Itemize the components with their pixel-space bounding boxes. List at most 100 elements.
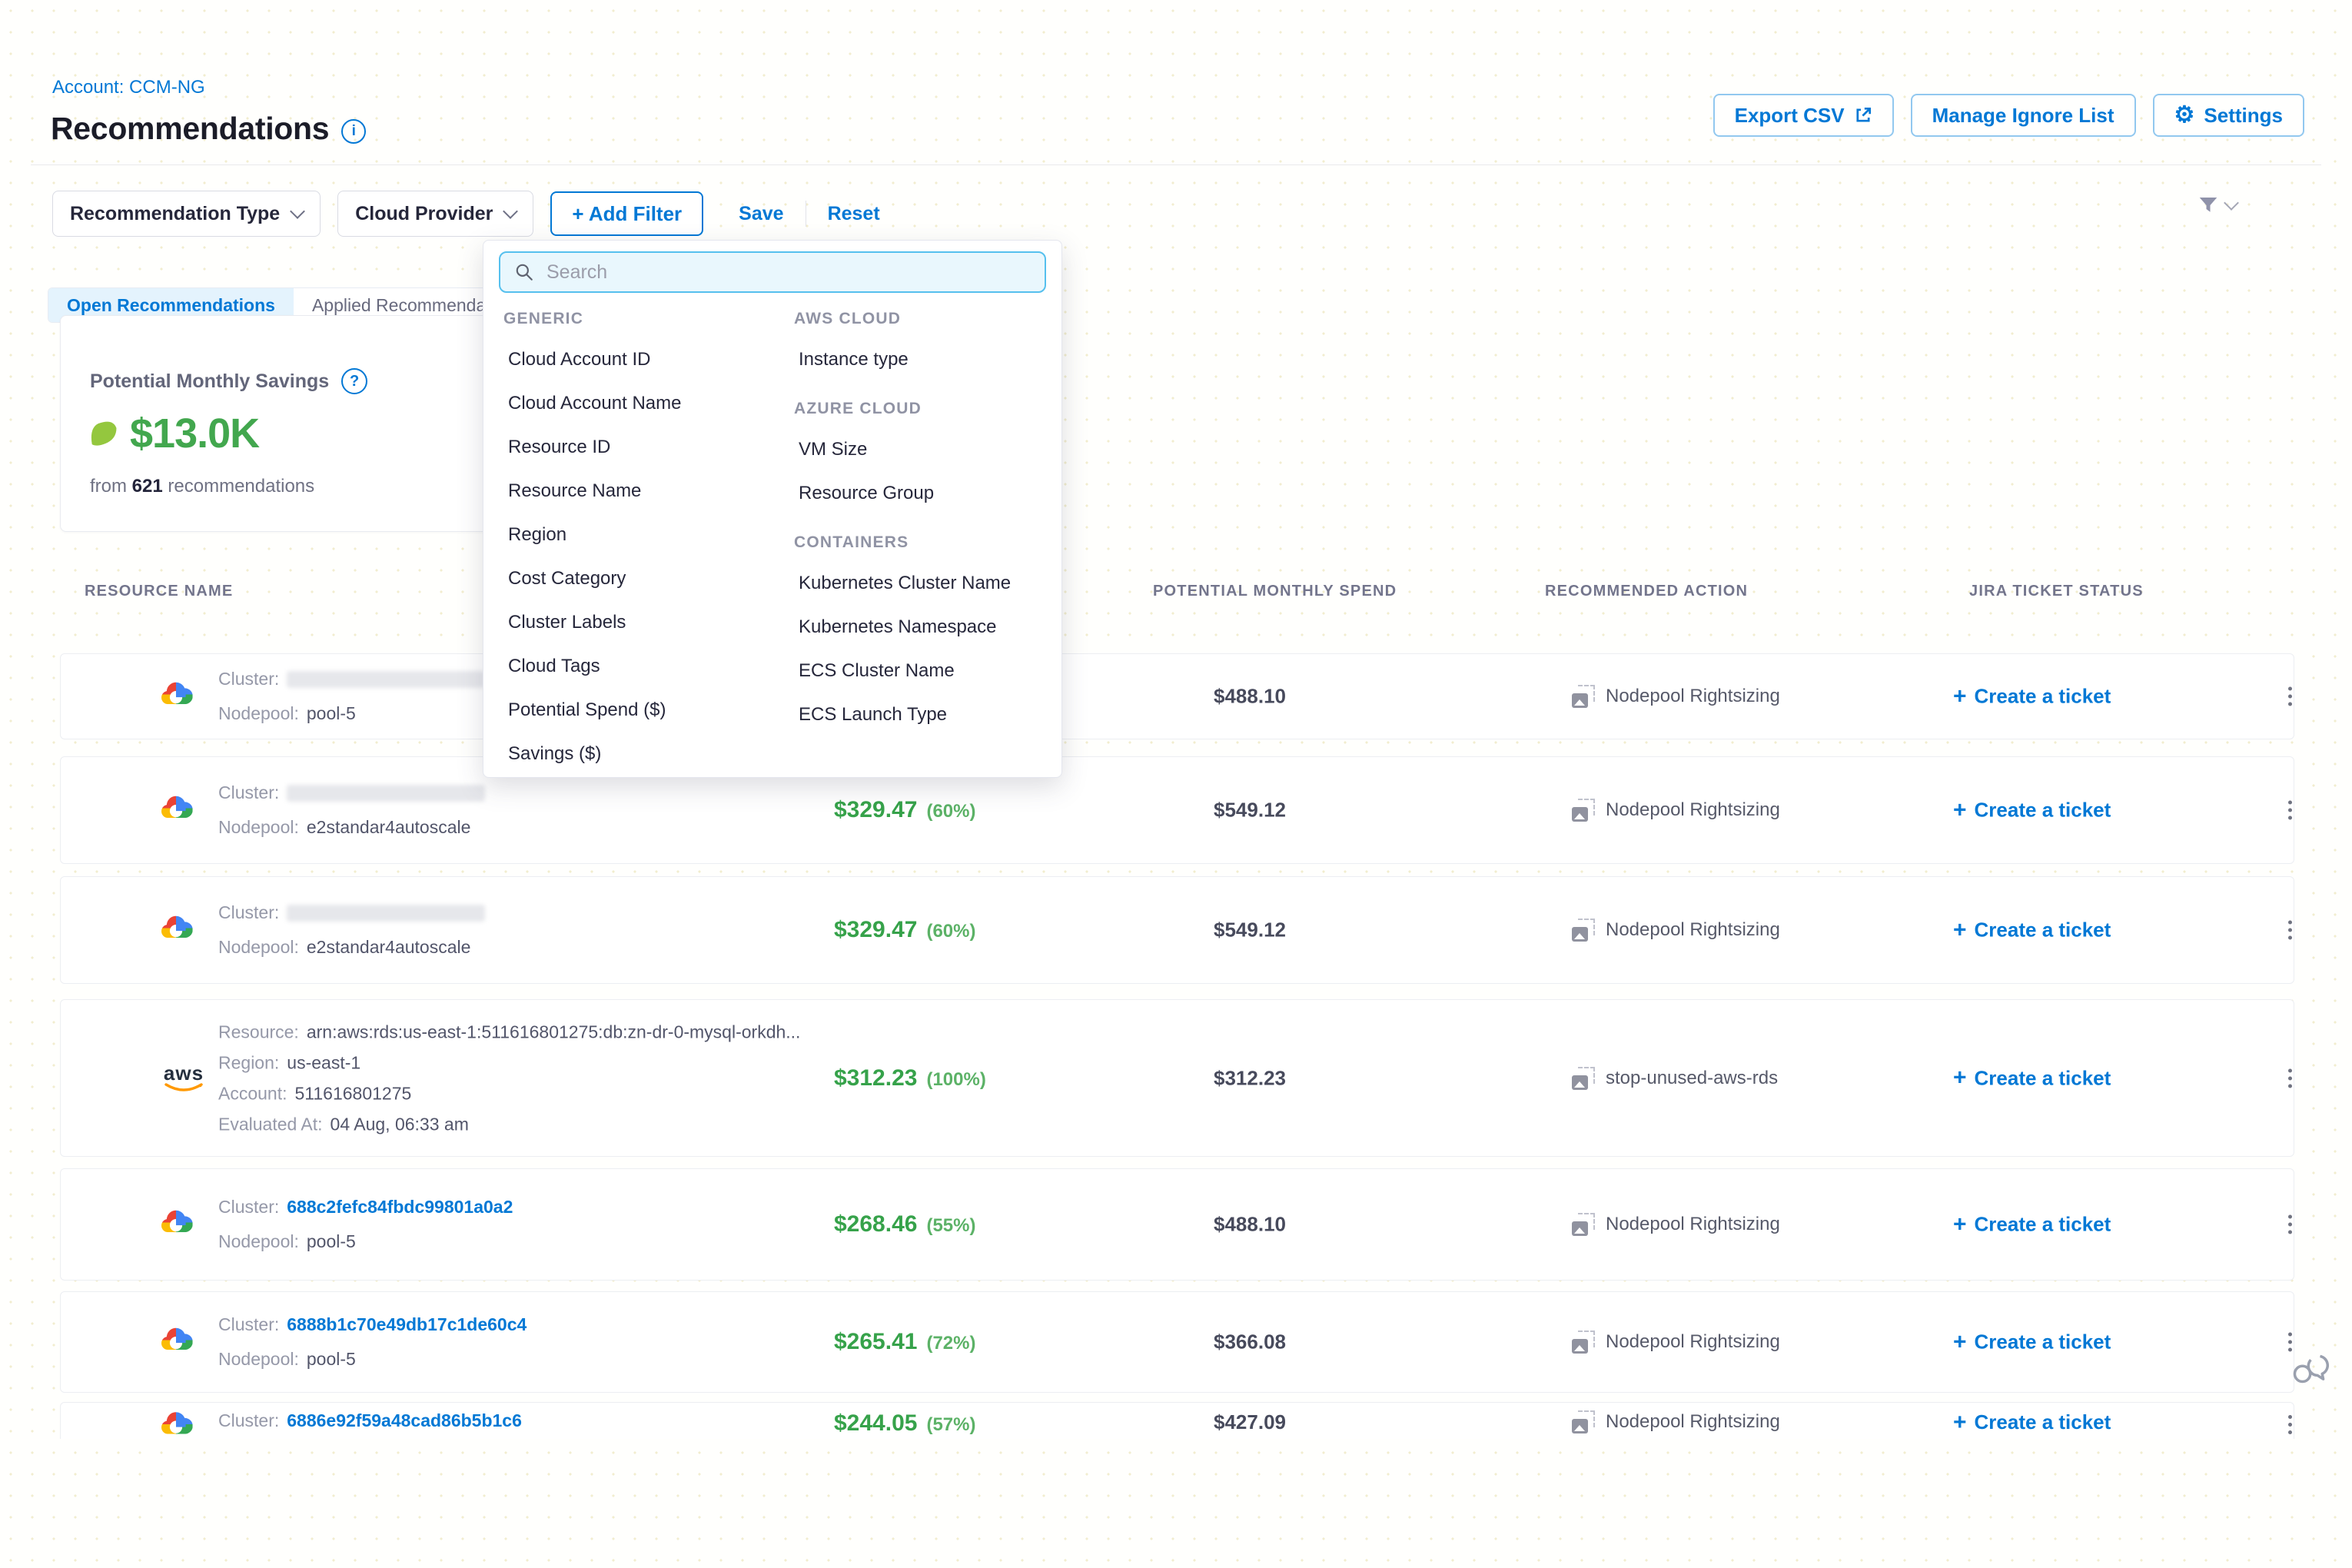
page-title: Recommendations (51, 111, 329, 147)
nodepool-action-icon (1572, 1067, 1595, 1090)
create-ticket-button[interactable]: +Create a ticket (1953, 799, 2111, 822)
save-filter-button[interactable]: Save (734, 203, 788, 225)
dropdown-search[interactable] (499, 251, 1046, 293)
dropdown-item-kubernetes-cluster-name[interactable]: Kubernetes Cluster Name (794, 561, 1011, 605)
resource-line: Nodepool:e2standar4autoscale (218, 937, 485, 958)
search-input[interactable] (545, 261, 1031, 284)
dropdown-section-title: AZURE CLOUD (794, 400, 1011, 418)
resource-line: Nodepool:e2standar4autoscale (218, 817, 485, 838)
resource-name-cell: Resource: arn:aws:rds:us-east-1:511616801… (218, 1022, 800, 1134)
help-icon[interactable]: ? (341, 368, 367, 394)
resource-line: Cluster: (218, 669, 485, 689)
gcp-icon (159, 795, 193, 826)
dropdown-item-cloud-tags[interactable]: Cloud Tags (503, 644, 681, 688)
resource-line: Nodepool:pool-5 (218, 1231, 513, 1252)
dropdown-item-region[interactable]: Region (503, 513, 681, 556)
export-csv-button[interactable]: Export CSV (1713, 94, 1894, 137)
resource-line-label: Cluster: (218, 1314, 279, 1335)
dropdown-item-cloud-account-name[interactable]: Cloud Account Name (503, 381, 681, 425)
row-menu-button[interactable] (2284, 1211, 2297, 1239)
gcp-cloud-icon (159, 795, 193, 822)
resource-name-cell: Cluster:6886e92f59a48cad86b5b1c6 (218, 1410, 522, 1431)
savings-percent: (60%) (926, 921, 975, 942)
resource-line: Nodepool:pool-5 (218, 703, 485, 724)
dropdown-item-instance-type[interactable]: Instance type (794, 337, 1011, 381)
recommendation-type-filter[interactable]: Recommendation Type (52, 191, 321, 237)
create-ticket-button[interactable]: + Create a ticket (1953, 1066, 2111, 1090)
resource-line-label: Nodepool: (218, 1349, 299, 1370)
manage-ignore-list-label: Manage Ignore List (1932, 104, 2114, 128)
savings-percent: (60%) (926, 801, 975, 822)
resource-line-label: Evaluated At: (218, 1114, 323, 1134)
plus-icon: + (1953, 1067, 1967, 1090)
breadcrumb[interactable]: Account: CCM-NG (52, 77, 205, 98)
cluster-link[interactable]: 6888b1c70e49db17c1de60c4 (287, 1314, 527, 1335)
savings-value: $244.05 (834, 1410, 917, 1437)
resource-line-label: Cluster: (218, 1197, 279, 1218)
row-menu-button[interactable] (2284, 796, 2297, 825)
resource-line-value: 04 Aug, 06:33 am (331, 1114, 469, 1134)
help-chat-button[interactable] (2289, 1350, 2330, 1394)
filter-panel-toggle[interactable] (2197, 194, 2237, 217)
dropdown-item-vm-size[interactable]: VM Size (794, 427, 1011, 471)
dropdown-item-resource-id[interactable]: Resource ID (503, 425, 681, 469)
settings-button[interactable]: ⚙ Settings (2153, 94, 2304, 137)
resource-line-label: Resource: (218, 1022, 299, 1042)
manage-ignore-list-button[interactable]: Manage Ignore List (1911, 94, 2136, 137)
table-row: Cluster:6886e92f59a48cad86b5b1c6 $244.05(… (60, 1402, 2294, 1439)
resource-line: Cluster: 688c2fefc84fbdc99801a0a2 (218, 1197, 513, 1218)
dropdown-item-ecs-launch-type[interactable]: ECS Launch Type (794, 693, 1011, 736)
cloud-provider-filter[interactable]: Cloud Provider (337, 191, 533, 237)
dropdown-section-title: CONTAINERS (794, 533, 1011, 552)
dropdown-section-title: AWS CLOUD (794, 310, 1011, 328)
plus-icon: + (1953, 1330, 1967, 1354)
create-ticket-button[interactable]: +Create a ticket (1953, 1213, 2111, 1237)
potential-monthly-spend-cell: $312.23 (1214, 1066, 1286, 1090)
savings-value: $265.41 (834, 1329, 917, 1355)
resource-line-value: arn:aws:rds:us-east-1:511616801275:db:zn… (307, 1022, 801, 1042)
row-menu-button[interactable] (2284, 683, 2297, 711)
aws-icon-cell: aws (159, 1063, 208, 1094)
dropdown-item-cloud-account-id[interactable]: Cloud Account ID (503, 337, 681, 381)
create-ticket-button[interactable]: +Create a ticket (1953, 685, 2111, 709)
resource-line-value: e2standar4autoscale (307, 817, 471, 838)
row-menu-button[interactable] (2284, 1064, 2297, 1092)
cluster-link[interactable]: 6886e92f59a48cad86b5b1c6 (287, 1410, 522, 1431)
recommended-action-cell: Nodepool Rightsizing (1572, 919, 1780, 942)
dropdown-item-ecs-cluster-name[interactable]: ECS Cluster Name (794, 649, 1011, 693)
row-menu-button[interactable] (2284, 1410, 2297, 1439)
create-ticket-label: Create a ticket (1975, 799, 2111, 822)
row-menu-button[interactable] (2284, 916, 2297, 945)
create-ticket-button[interactable]: +Create a ticket (1953, 1410, 2111, 1434)
create-ticket-label: Create a ticket (1975, 1066, 2111, 1090)
dropdown-section-generic: GENERICCloud Account IDCloud Account Nam… (503, 310, 681, 776)
resource-line-label: Region: (218, 1052, 279, 1073)
reset-filter-button[interactable]: Reset (823, 203, 885, 225)
aws-smile-icon (164, 1083, 204, 1094)
recommended-action-cell: Nodepool Rightsizing (1572, 1213, 1780, 1236)
recommended-action-cell: Nodepool Rightsizing (1572, 1410, 1780, 1433)
dropdown-item-resource-name[interactable]: Resource Name (503, 469, 681, 513)
add-filter-button[interactable]: + Add Filter (550, 191, 703, 236)
info-icon[interactable]: i (341, 119, 366, 144)
cluster-link[interactable]: 688c2fefc84fbdc99801a0a2 (287, 1197, 513, 1218)
dropdown-section-azure-cloud: AZURE CLOUD VM SizeResource Group (794, 400, 1011, 515)
col-header-recommended-action: RECOMMENDED ACTION (1545, 583, 1748, 600)
dropdown-item-cluster-labels[interactable]: Cluster Labels (503, 600, 681, 644)
settings-label: Settings (2204, 104, 2283, 128)
gcp-cloud-icon (159, 1327, 193, 1354)
savings-subtext: from 621 recommendations (90, 476, 314, 497)
resource-line-value: us-east-1 (287, 1052, 360, 1073)
dropdown-section-containers: CONTAINERS Kubernetes Cluster NameKuberne… (794, 533, 1011, 736)
dropdown-item-cost-category[interactable]: Cost Category (503, 556, 681, 600)
add-filter-dropdown: GENERICCloud Account IDCloud Account Nam… (483, 240, 1062, 778)
potential-monthly-savings-cell: $244.05(57%) (834, 1410, 975, 1437)
redacted-cluster-name (287, 905, 485, 922)
dropdown-item-potential-spend-[interactable]: Potential Spend ($) (503, 688, 681, 732)
create-ticket-button[interactable]: +Create a ticket (1953, 1330, 2111, 1354)
create-ticket-button[interactable]: +Create a ticket (1953, 919, 2111, 942)
dropdown-item-kubernetes-namespace[interactable]: Kubernetes Namespace (794, 605, 1011, 649)
dropdown-item-savings-[interactable]: Savings ($) (503, 732, 681, 776)
dropdown-item-resource-group[interactable]: Resource Group (794, 471, 1011, 515)
recommended-action-cell: Nodepool Rightsizing (1572, 685, 1780, 708)
